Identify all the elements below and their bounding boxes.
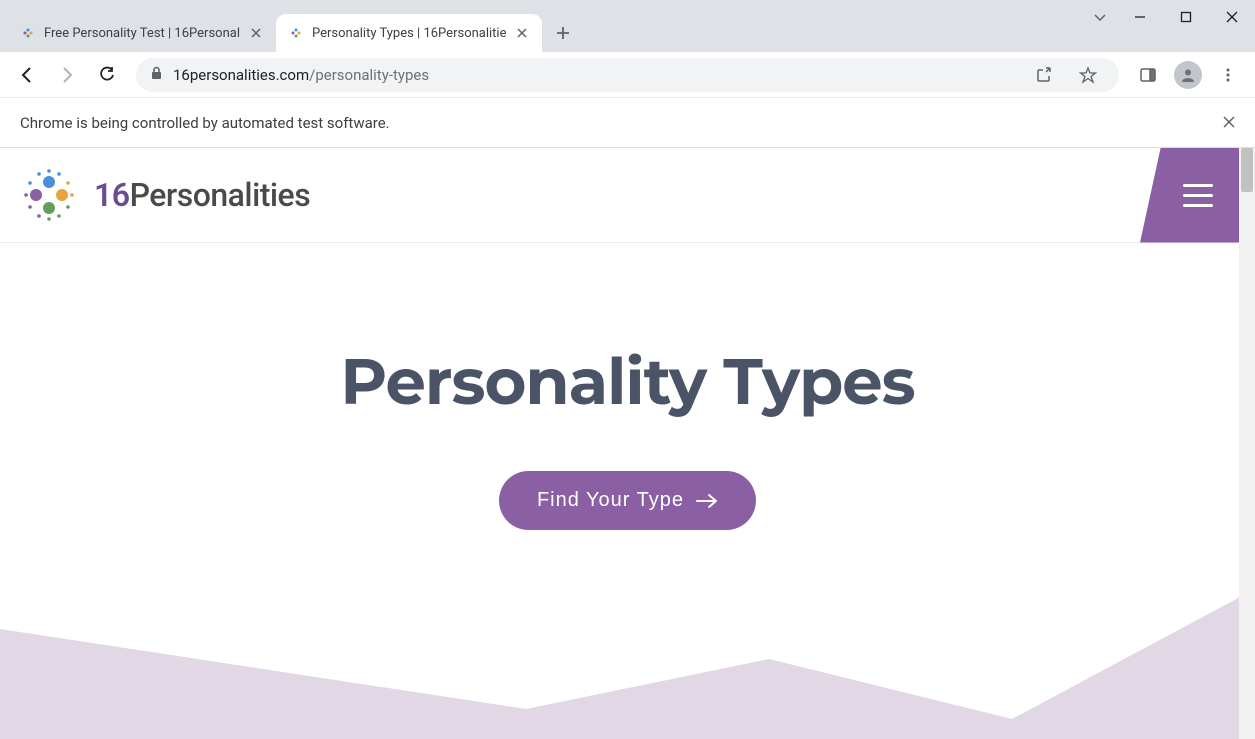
tab-inactive[interactable]: Free Personality Test | 16Personal: [8, 14, 276, 52]
infobar-message: Chrome is being controlled by automated …: [20, 114, 390, 132]
url-text: 16personalities.com/personality-types: [173, 66, 1017, 84]
logo-suffix: Personalities: [130, 176, 311, 214]
minimize-button[interactable]: [1117, 0, 1163, 34]
address-bar[interactable]: 16personalities.com/personality-types: [136, 58, 1119, 92]
browser-tab-strip: Free Personality Test | 16Personal Perso…: [0, 0, 1255, 52]
page-content: 16Personalities Personality Types Find Y…: [0, 148, 1255, 739]
logo-mark-icon: [18, 164, 80, 226]
wave-decoration: [0, 569, 1255, 739]
infobar-close-icon[interactable]: [1223, 114, 1235, 132]
tab-title: Free Personality Test | 16Personal: [44, 26, 240, 41]
tab-title: Personality Types | 16Personalitie: [312, 26, 507, 41]
logo-prefix: 16: [94, 176, 130, 214]
page-title: Personality Types: [0, 343, 1255, 421]
kebab-menu-icon[interactable]: [1211, 58, 1245, 92]
scrollbar[interactable]: [1239, 148, 1255, 739]
menu-button[interactable]: [1140, 148, 1255, 243]
find-your-type-button[interactable]: Find Your Type: [499, 471, 756, 530]
hamburger-icon: [1183, 184, 1213, 207]
forward-button[interactable]: [50, 58, 84, 92]
hero-section: Personality Types Find Your Type: [0, 243, 1255, 530]
avatar-icon: [1174, 61, 1202, 89]
maximize-button[interactable]: [1163, 0, 1209, 34]
profile-button[interactable]: [1171, 58, 1205, 92]
cta-label: Find Your Type: [537, 489, 684, 512]
arrow-right-icon: [696, 493, 718, 509]
favicon-icon: [20, 25, 36, 41]
lock-icon: [150, 66, 163, 84]
automation-infobar: Chrome is being controlled by automated …: [0, 98, 1255, 148]
share-icon[interactable]: [1027, 58, 1061, 92]
close-icon[interactable]: [514, 25, 530, 41]
reload-button[interactable]: [90, 58, 124, 92]
logo-text: 16Personalities: [94, 176, 310, 214]
favicon-icon: [288, 25, 304, 41]
close-window-button[interactable]: [1209, 0, 1255, 34]
window-controls: [1083, 0, 1255, 40]
tabs-row: Free Personality Test | 16Personal Perso…: [8, 0, 1247, 52]
site-header: 16Personalities: [0, 148, 1255, 243]
browser-toolbar: 16personalities.com/personality-types: [0, 52, 1255, 98]
url-path: /personality-types: [309, 66, 429, 84]
new-tab-button[interactable]: [548, 18, 578, 48]
tab-active[interactable]: Personality Types | 16Personalitie: [276, 14, 543, 52]
tab-search-icon[interactable]: [1083, 0, 1117, 34]
side-panel-icon[interactable]: [1131, 58, 1165, 92]
url-domain: 16personalities.com: [173, 66, 309, 84]
scrollbar-thumb[interactable]: [1241, 148, 1253, 192]
bookmark-icon[interactable]: [1071, 58, 1105, 92]
site-logo[interactable]: 16Personalities: [0, 164, 310, 226]
close-icon[interactable]: [248, 25, 264, 41]
back-button[interactable]: [10, 58, 44, 92]
